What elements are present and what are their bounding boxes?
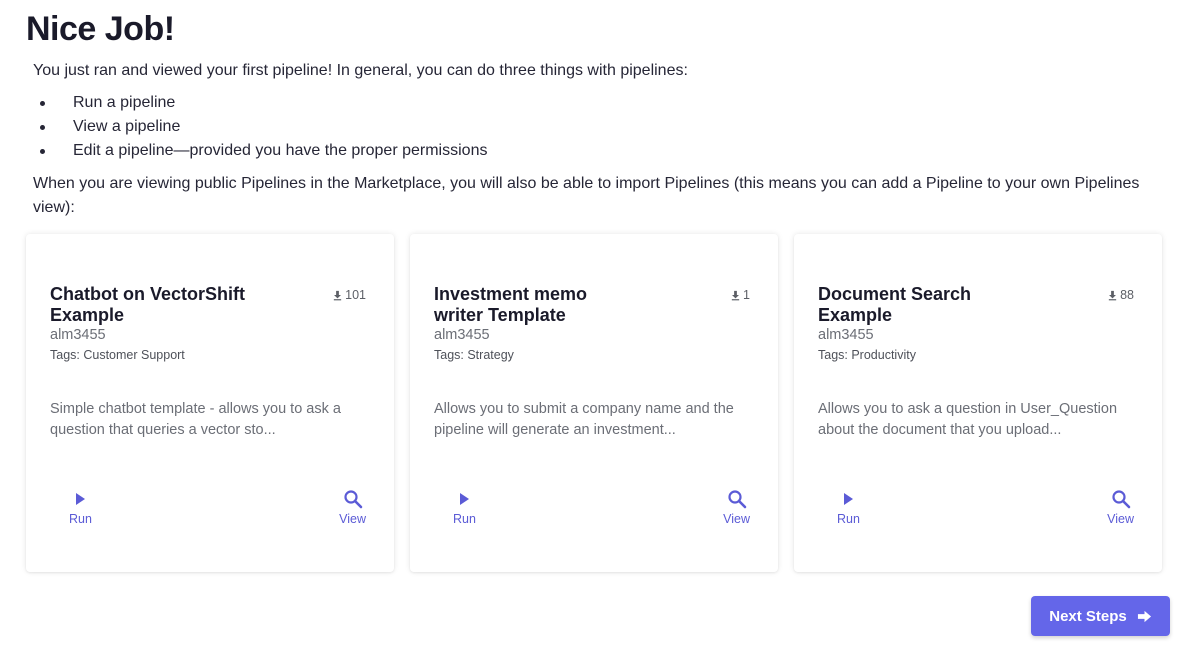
search-icon — [1111, 490, 1130, 509]
pipeline-card[interactable]: Document Search Example 88 alm3455 Tags:… — [794, 234, 1162, 572]
play-icon — [844, 493, 854, 505]
run-button[interactable]: Run — [69, 488, 92, 526]
download-count: 1 — [730, 288, 750, 302]
run-label: Run — [453, 512, 476, 526]
view-label: View — [339, 512, 366, 526]
view-button[interactable]: View — [339, 488, 366, 526]
search-icon — [343, 490, 362, 509]
run-label: Run — [69, 512, 92, 526]
page-title: Nice Job! — [26, 10, 175, 48]
pipeline-tags: Tags: Strategy — [434, 348, 514, 362]
next-steps-button[interactable]: Next Steps — [1031, 596, 1170, 636]
run-button[interactable]: Run — [837, 488, 860, 526]
run-label: Run — [837, 512, 860, 526]
next-steps-label: Next Steps — [1049, 607, 1127, 625]
search-icon — [727, 490, 746, 509]
pipeline-tags: Tags: Productivity — [818, 348, 916, 362]
view-button[interactable]: View — [723, 488, 750, 526]
pipeline-description: Simple chatbot template - allows you to … — [50, 401, 341, 438]
pipeline-title: Investment memo writer Template — [434, 284, 588, 325]
marketplace-text: When you are viewing public Pipelines in… — [33, 175, 1140, 216]
pipeline-author: alm3455 — [434, 327, 490, 343]
pipeline-author: alm3455 — [818, 327, 874, 343]
list-item: Edit a pipeline—provided you have the pr… — [33, 139, 487, 163]
pipeline-tags: Tags: Customer Support — [50, 348, 185, 362]
play-icon — [76, 493, 86, 505]
pipeline-card[interactable]: Investment memo writer Template 1 alm345… — [410, 234, 778, 572]
download-icon — [1108, 290, 1117, 300]
download-count-value: 88 — [1120, 288, 1134, 302]
play-icon — [460, 493, 470, 505]
pipeline-description: Allows you to submit a company name and … — [434, 401, 734, 438]
view-label: View — [723, 512, 750, 526]
pipeline-actions-list: Run a pipeline View a pipeline Edit a pi… — [33, 91, 487, 163]
list-item: Run a pipeline — [33, 91, 487, 115]
download-count: 88 — [1107, 288, 1134, 302]
view-label: View — [1107, 512, 1134, 526]
download-count: 101 — [332, 288, 366, 302]
pipeline-card[interactable]: Chatbot on VectorShift Example 101 alm34… — [26, 234, 394, 572]
run-button[interactable]: Run — [453, 488, 476, 526]
download-icon — [333, 290, 342, 300]
list-item: View a pipeline — [33, 115, 487, 139]
intro-text: You just ran and viewed your first pipel… — [33, 62, 688, 79]
view-button[interactable]: View — [1107, 488, 1134, 526]
pipeline-title: Chatbot on VectorShift Example — [50, 284, 245, 325]
pipeline-description: Allows you to ask a question in User_Que… — [818, 401, 1118, 438]
pipeline-title: Document Search Example — [818, 284, 972, 325]
download-count-value: 101 — [345, 288, 366, 302]
arrow-right-icon — [1137, 610, 1151, 622]
pipeline-author: alm3455 — [50, 327, 106, 343]
download-icon — [731, 290, 740, 300]
download-count-value: 1 — [743, 288, 750, 302]
